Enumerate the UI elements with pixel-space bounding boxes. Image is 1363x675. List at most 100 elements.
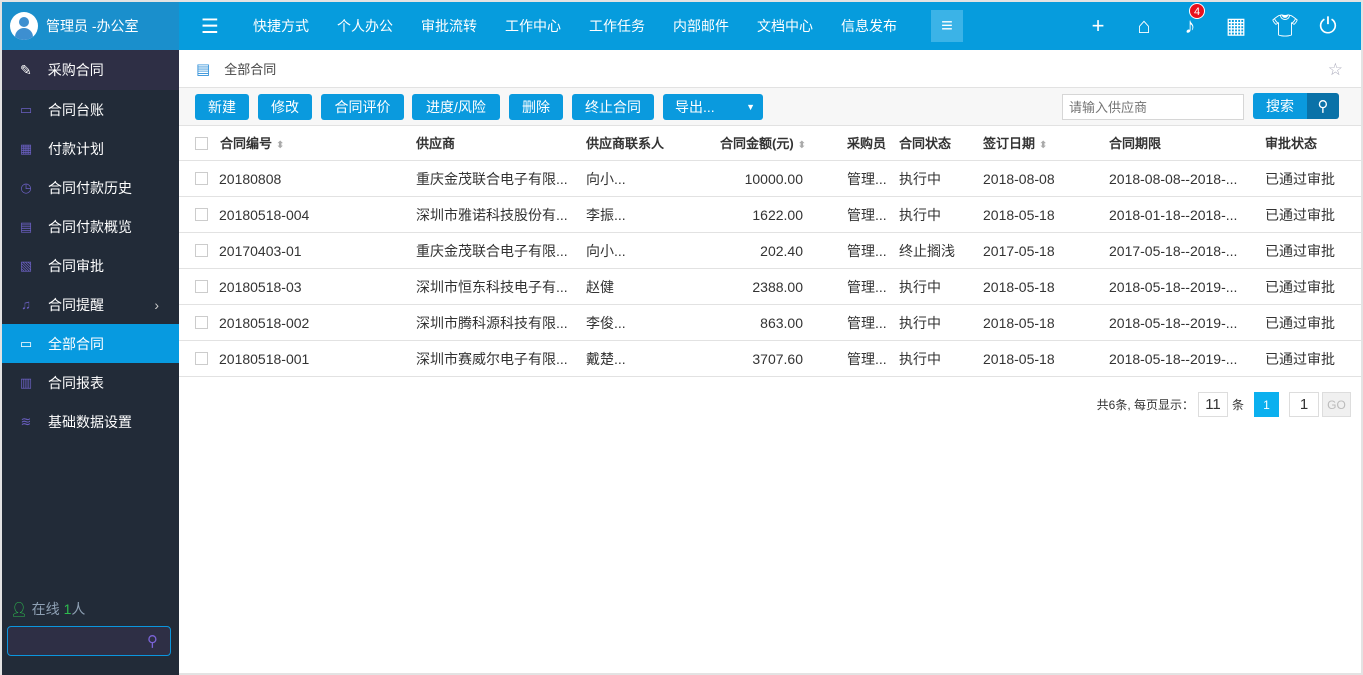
plus-icon[interactable]: +: [1087, 13, 1109, 39]
cell-contact: 戴楚...: [586, 341, 626, 377]
search-icon[interactable]: ⚲: [147, 632, 158, 650]
search-icon[interactable]: ⚲: [1307, 93, 1339, 119]
go-button[interactable]: GO: [1322, 392, 1351, 417]
export-button[interactable]: 导出...▼: [663, 94, 763, 120]
sidebar-item[interactable]: ◷合同付款历史: [2, 168, 179, 207]
online-label: 在线: [32, 601, 60, 617]
sidebar-item-label: 合同提醒: [48, 295, 104, 315]
more-menu-icon[interactable]: ≡: [931, 10, 963, 42]
sidebar-search-input[interactable]: ⚲: [7, 626, 171, 656]
col-contract-no[interactable]: 合同编号⬍: [220, 126, 284, 163]
sidebar-item[interactable]: ♫ 合同提醒 ›: [2, 285, 179, 324]
nav-item[interactable]: 内部邮件: [673, 16, 729, 36]
cell-buyer: 管理...: [847, 197, 887, 233]
col-sign-date[interactable]: 签订日期⬍: [983, 126, 1047, 163]
sidebar-item[interactable]: ▤合同付款概览: [2, 207, 179, 246]
cell-amount: 10000.00: [745, 161, 803, 197]
supplier-search-input[interactable]: [1062, 94, 1244, 120]
cell-term: 2017-05-18--2018-...: [1109, 233, 1237, 269]
bell-icon: ♫: [16, 297, 36, 312]
sidebar-item-label: 合同付款概览: [48, 217, 132, 237]
sort-icon[interactable]: ⬍: [798, 140, 806, 151]
select-all-checkbox[interactable]: [195, 137, 208, 150]
chevron-right-icon: ›: [154, 297, 159, 313]
theme-shirt-icon[interactable]: 👕︎: [1271, 13, 1293, 39]
row-checkbox[interactable]: [195, 244, 208, 257]
bell-icon[interactable]: ♪4: [1179, 13, 1201, 39]
home-icon[interactable]: ⌂: [1133, 13, 1155, 39]
table-row[interactable]: 20180808重庆金茂联合电子有限...向小...10000.00管理...执…: [179, 161, 1361, 197]
sidebar-item-label: 合同台账: [48, 100, 104, 120]
progress-risk-button[interactable]: 进度/风险: [412, 94, 500, 120]
apps-icon[interactable]: ▦: [1225, 13, 1247, 39]
cell-term: 2018-05-18--2019-...: [1109, 305, 1237, 341]
cell-contract-no: 20180518-001: [219, 341, 309, 377]
col-contact: 供应商联系人: [586, 126, 664, 161]
sort-icon[interactable]: ⬍: [1039, 140, 1047, 151]
search-button[interactable]: 搜索: [1253, 93, 1307, 119]
sort-icon[interactable]: ⬍: [276, 140, 284, 151]
nav-item[interactable]: 文档中心: [757, 16, 813, 36]
table-row[interactable]: 20180518-001深圳市赛威尔电子有限...戴楚...3707.60管理.…: [179, 341, 1361, 377]
cell-buyer: 管理...: [847, 341, 887, 377]
nav-item[interactable]: 快捷方式: [253, 16, 309, 36]
row-checkbox[interactable]: [195, 352, 208, 365]
cell-contract-no: 20180808: [219, 161, 281, 197]
cell-status: 终止搁浅: [899, 233, 955, 269]
user-header[interactable]: 管理员 -办公室: [2, 2, 179, 50]
power-icon[interactable]: ⏻: [1317, 13, 1339, 39]
page-1-button[interactable]: 1: [1254, 392, 1279, 417]
sidebar-item[interactable]: ▭ 合同台账: [2, 90, 179, 129]
terminate-button[interactable]: 终止合同: [572, 94, 654, 120]
sidebar-item[interactable]: ▧合同审批: [2, 246, 179, 285]
cell-approval: 已通过审批: [1265, 161, 1335, 197]
page-size-input[interactable]: 11: [1198, 392, 1228, 417]
table-row[interactable]: 20180518-03深圳市恒东科技电子有...赵健2388.00管理...执行…: [179, 269, 1361, 305]
cell-supplier: 深圳市赛威尔电子有限...: [416, 341, 568, 377]
cell-supplier: 深圳市腾科源科技有限...: [416, 305, 568, 341]
sidebar-item[interactable]: ▭全部合同: [2, 324, 179, 363]
sidebar-item[interactable]: ▦付款计划: [2, 129, 179, 168]
toolbar: 新建 修改 合同评价 进度/风险 删除 终止合同 导出...▼ 搜索 ⚲: [179, 88, 1361, 126]
cell-term: 2018-05-18--2019-...: [1109, 341, 1237, 377]
row-checkbox[interactable]: [195, 316, 208, 329]
wallet-icon: ▭: [16, 102, 36, 118]
avatar: [10, 12, 38, 40]
col-amount[interactable]: 合同金额(元)⬍: [720, 126, 806, 163]
nav-item[interactable]: 个人办公: [337, 16, 393, 36]
row-checkbox[interactable]: [195, 172, 208, 185]
cell-approval: 已通过审批: [1265, 233, 1335, 269]
evaluate-button[interactable]: 合同评价: [321, 94, 404, 120]
sidebar-section-header[interactable]: ✎ 采购合同: [2, 50, 179, 90]
table-row[interactable]: 20180518-004深圳市雅诺科技股份有...李振...1622.00管理.…: [179, 197, 1361, 233]
cell-approval: 已通过审批: [1265, 305, 1335, 341]
new-button[interactable]: 新建: [195, 94, 249, 120]
cell-amount: 2388.00: [752, 269, 803, 305]
goto-page-input[interactable]: 1: [1289, 392, 1319, 417]
row-checkbox[interactable]: [195, 280, 208, 293]
section-title: 采购合同: [48, 60, 104, 80]
menu-toggle-icon[interactable]: ☰: [201, 14, 223, 39]
cell-approval: 已通过审批: [1265, 269, 1335, 305]
cell-amount: 202.40: [760, 233, 803, 269]
cell-term: 2018-05-18--2019-...: [1109, 269, 1237, 305]
cell-contact: 向小...: [586, 233, 626, 269]
online-unit: 人: [71, 601, 85, 617]
table-row[interactable]: 20180518-002深圳市腾科源科技有限...李俊...863.00管理..…: [179, 305, 1361, 341]
edit-button[interactable]: 修改: [258, 94, 312, 120]
sidebar-item[interactable]: ▥合同报表: [2, 363, 179, 402]
sidebar-item[interactable]: ≋基础数据设置: [2, 402, 179, 441]
row-checkbox[interactable]: [195, 208, 208, 221]
delete-button[interactable]: 删除: [509, 94, 563, 120]
nav-item[interactable]: 信息发布: [841, 16, 897, 36]
table-row[interactable]: 20170403-01重庆金茂联合电子有限...向小...202.40管理...…: [179, 233, 1361, 269]
nav-item[interactable]: 工作中心: [505, 16, 561, 36]
caret-down-icon[interactable]: ▼: [746, 102, 755, 112]
cell-amount: 1622.00: [752, 197, 803, 233]
edit-icon: ✎: [20, 62, 32, 79]
favorite-star-icon[interactable]: ☆: [1328, 60, 1343, 80]
cell-contact: 李俊...: [586, 305, 626, 341]
clock-icon: ◷: [16, 180, 36, 196]
nav-item[interactable]: 工作任务: [589, 16, 645, 36]
nav-item[interactable]: 审批流转: [421, 16, 477, 36]
